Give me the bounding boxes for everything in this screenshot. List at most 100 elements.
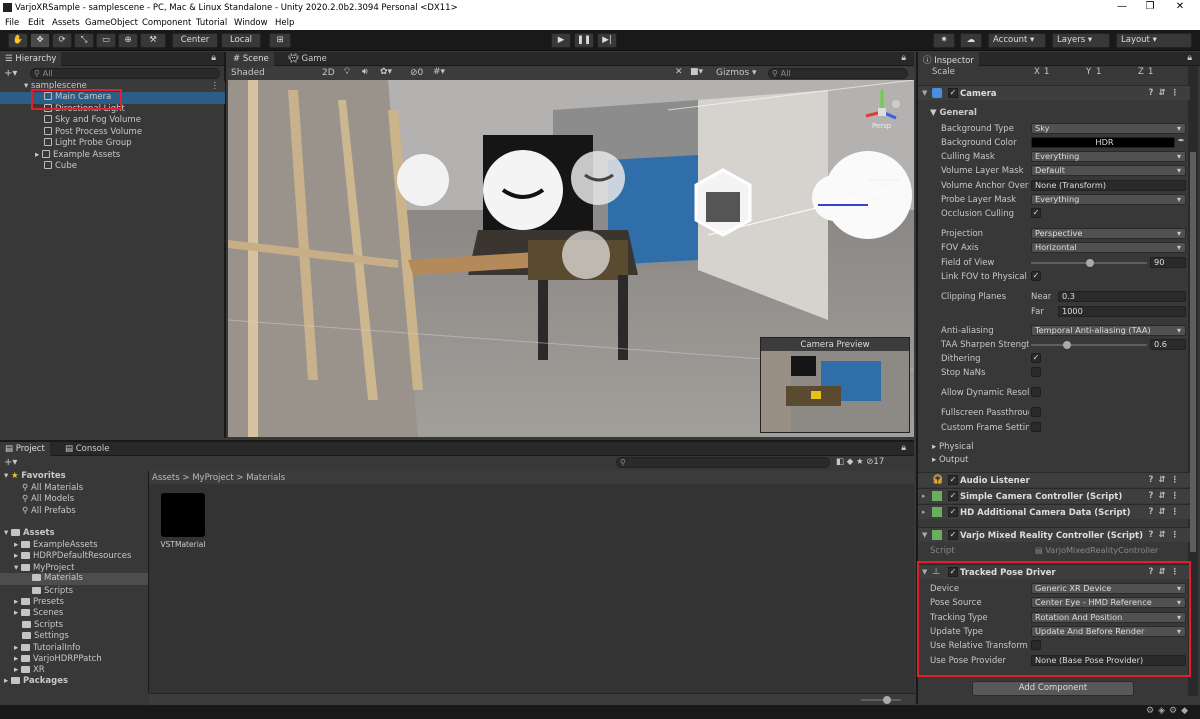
move-tool-icon[interactable]: ✥ bbox=[30, 33, 50, 48]
menu-tutorial[interactable]: Tutorial bbox=[196, 18, 227, 28]
grid-icon[interactable]: #▾ bbox=[433, 67, 445, 77]
projection-dropdown[interactable]: Perspective bbox=[1031, 228, 1186, 239]
hierarchy-search-input[interactable]: ⚲ All bbox=[30, 68, 220, 79]
layers-dropdown[interactable]: Layers ▾ bbox=[1052, 33, 1110, 48]
component-header-camera[interactable]: ▼ ✓ Camera ?⇵⋮ bbox=[918, 85, 1190, 100]
account-dropdown[interactable]: Account ▾ bbox=[988, 33, 1046, 48]
lock-icon[interactable]: 🔒︎ bbox=[901, 443, 906, 453]
component-header-hd-additional-camera-data[interactable]: ▸ ✓ HD Additional Camera Data (Script) ?… bbox=[918, 504, 1190, 519]
tab-console[interactable]: ▤ Console bbox=[60, 442, 114, 456]
folder-item[interactable]: ▸ VarjoHDRPPatch bbox=[14, 654, 102, 664]
scale-x-value[interactable]: 1 bbox=[1044, 67, 1049, 77]
update-type-dropdown[interactable]: Update And Before Render bbox=[1031, 626, 1186, 637]
effects-icon[interactable]: ✿▾ bbox=[380, 67, 392, 77]
fov-value-field[interactable]: 90 bbox=[1150, 257, 1186, 268]
component-menu-icon[interactable]: ?⇵⋮ bbox=[1148, 491, 1184, 501]
component-menu-icon[interactable]: ?⇵⋮ bbox=[1148, 88, 1184, 98]
culling-mask-dropdown[interactable]: Everything bbox=[1031, 151, 1186, 162]
close-button[interactable]: ✕ bbox=[1170, 1, 1190, 12]
physical-section[interactable]: ▸ Physical bbox=[932, 442, 974, 452]
pose-source-dropdown[interactable]: Center Eye - HMD Reference bbox=[1031, 597, 1186, 608]
background-color-field[interactable]: HDR bbox=[1031, 137, 1175, 148]
minimize-button[interactable]: — bbox=[1112, 1, 1132, 12]
folder-item[interactable]: ▸ TutorialInfo bbox=[14, 643, 80, 653]
icon-size-slider-knob[interactable] bbox=[883, 696, 891, 704]
eyedropper-icon[interactable]: ✒ bbox=[1178, 136, 1185, 145]
layout-dropdown[interactable]: Layout ▾ bbox=[1116, 33, 1192, 48]
scene-menu-icon[interactable]: ⋮ bbox=[211, 81, 220, 92]
hierarchy-item[interactable]: Cube bbox=[0, 161, 225, 173]
component-header-audio-listener[interactable]: 🎧︎ ✓ Audio Listener ?⇵⋮ bbox=[918, 472, 1190, 487]
tab-hierarchy[interactable]: ☰ Hierarchy bbox=[0, 52, 62, 66]
tab-project[interactable]: ▤ Project bbox=[0, 442, 50, 456]
link-fov-checkbox[interactable]: ✓ bbox=[1031, 271, 1041, 281]
packages-folder[interactable]: ▸ Packages bbox=[4, 676, 68, 686]
hand-tool-icon[interactable]: ✋ bbox=[8, 33, 28, 48]
expand-arrow-icon[interactable]: ▼ bbox=[922, 89, 927, 97]
lighting-icon[interactable]: 💡︎ bbox=[344, 67, 350, 77]
fov-slider-knob[interactable] bbox=[1086, 259, 1094, 267]
device-dropdown[interactable]: Generic XR Device bbox=[1031, 583, 1186, 594]
create-icon[interactable]: +▾ bbox=[4, 457, 17, 468]
favorite-item[interactable]: ⚲ All Prefabs bbox=[22, 506, 76, 516]
custom-tool-icon[interactable]: ⚒ bbox=[140, 33, 166, 48]
expand-arrow-icon[interactable]: ▸ bbox=[922, 508, 926, 516]
menu-component[interactable]: Component bbox=[142, 18, 191, 28]
lock-icon[interactable]: 🔒︎ bbox=[1187, 53, 1192, 63]
rotate-tool-icon[interactable]: ⟳ bbox=[52, 33, 72, 48]
breadcrumb-item[interactable]: Materials bbox=[246, 473, 285, 483]
folder-item[interactable]: ▸ Scenes bbox=[14, 608, 63, 618]
component-menu-icon[interactable]: ?⇵⋮ bbox=[1148, 507, 1184, 517]
enable-checkbox[interactable]: ✓ bbox=[948, 475, 958, 485]
expand-arrow-icon[interactable]: ▸ bbox=[922, 492, 926, 500]
tab-game[interactable]: 👾︎ Game bbox=[283, 52, 332, 66]
menu-help[interactable]: Help bbox=[275, 18, 294, 28]
lock-icon[interactable]: 🔒︎ bbox=[211, 53, 216, 63]
rect-tool-icon[interactable]: ▭ bbox=[96, 33, 116, 48]
favorite-item[interactable]: ⚲ All Materials bbox=[22, 483, 83, 493]
component-menu-icon[interactable]: ?⇵⋮ bbox=[1148, 530, 1184, 540]
pose-provider-field[interactable]: None (Base Pose Provider) bbox=[1031, 655, 1186, 666]
status-icons[interactable]: ⚙◈⚙◆ bbox=[1146, 706, 1192, 716]
audio-icon[interactable]: 🔊︎ bbox=[362, 67, 368, 77]
project-search-input[interactable]: ⚲ bbox=[616, 457, 830, 468]
probe-layer-mask-dropdown[interactable]: Everything bbox=[1031, 194, 1186, 205]
assets-folder[interactable]: ▾ Assets bbox=[4, 528, 55, 538]
enable-checkbox[interactable]: ✓ bbox=[948, 491, 958, 501]
taa-sharpen-slider-knob[interactable] bbox=[1063, 341, 1071, 349]
menu-gameobject[interactable]: GameObject bbox=[85, 18, 138, 28]
output-section[interactable]: ▸ Output bbox=[932, 455, 969, 465]
tab-scene[interactable]: # Scene bbox=[228, 52, 274, 66]
icon-size-slider[interactable] bbox=[861, 699, 901, 701]
material-thumbnail[interactable] bbox=[161, 493, 205, 537]
menu-window[interactable]: Window bbox=[234, 18, 268, 28]
pivot-center-button[interactable]: Center bbox=[172, 33, 218, 48]
fov-axis-dropdown[interactable]: Horizontal bbox=[1031, 242, 1186, 253]
component-header-tracked-pose-driver[interactable]: ▼ ⊥ ✓ Tracked Pose Driver ?⇵⋮ bbox=[918, 564, 1190, 579]
stop-nans-checkbox[interactable] bbox=[1031, 367, 1041, 377]
create-icon[interactable]: +▾ bbox=[4, 68, 17, 79]
menu-edit[interactable]: Edit bbox=[28, 18, 44, 28]
scene-gizmo[interactable]: Persp bbox=[858, 88, 906, 136]
near-clip-field[interactable]: 0.3 bbox=[1058, 291, 1186, 302]
hierarchy-item[interactable]: Light Probe Group bbox=[0, 138, 225, 150]
general-section[interactable]: ▼ General bbox=[930, 108, 977, 118]
folder-item[interactable]: ▾ MyProject bbox=[14, 563, 74, 573]
custom-frame-settings-checkbox[interactable] bbox=[1031, 422, 1041, 432]
pivot-local-button[interactable]: Local bbox=[221, 33, 261, 48]
material-label[interactable]: VSTMaterial bbox=[153, 540, 213, 549]
background-type-dropdown[interactable]: Sky bbox=[1031, 123, 1186, 134]
dynamic-resolution-checkbox[interactable] bbox=[1031, 387, 1041, 397]
volume-layer-mask-dropdown[interactable]: Default bbox=[1031, 165, 1186, 176]
add-component-button[interactable]: Add Component bbox=[972, 681, 1134, 696]
hierarchy-item[interactable]: ▸ Example Assets bbox=[0, 150, 225, 162]
transform-tool-icon[interactable]: ⊕ bbox=[118, 33, 138, 48]
hierarchy-item[interactable]: Directional Light bbox=[0, 104, 225, 116]
tools-icon[interactable]: ✕ bbox=[675, 67, 683, 77]
scale-z-value[interactable]: 1 bbox=[1148, 67, 1153, 77]
enable-checkbox[interactable]: ✓ bbox=[948, 567, 958, 577]
scale-y-value[interactable]: 1 bbox=[1096, 67, 1101, 77]
grid-snap-icon[interactable]: ⊞ bbox=[269, 33, 291, 48]
tracking-type-dropdown[interactable]: Rotation And Position bbox=[1031, 612, 1186, 623]
enable-checkbox[interactable]: ✓ bbox=[948, 88, 958, 98]
